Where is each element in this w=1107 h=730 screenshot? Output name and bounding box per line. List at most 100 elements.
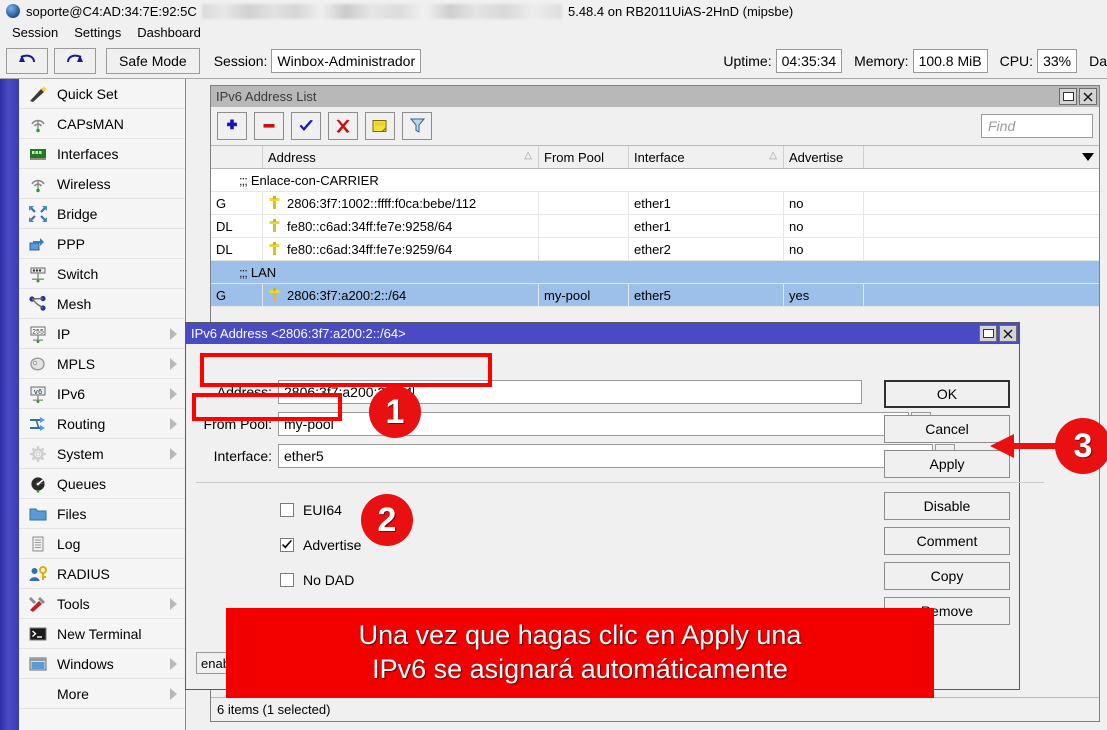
sidebar-item-label: Quick Set	[57, 86, 118, 102]
column-interface-label: Interface	[634, 150, 685, 165]
eui64-label: EUI64	[303, 502, 342, 518]
sidebar-item-switch[interactable]: Switch	[19, 259, 185, 289]
sidebar-item-capsman[interactable]: CAPsMAN	[19, 109, 185, 139]
sidebar-item-mpls[interactable]: MPLS	[19, 349, 185, 379]
eui64-checkbox-row[interactable]: EUI64	[280, 502, 342, 518]
advertise-checkbox[interactable]	[280, 538, 294, 552]
gauge-icon	[28, 475, 48, 493]
column-flags[interactable]	[211, 146, 263, 168]
sidebar-item-label: IPv6	[57, 386, 85, 402]
column-address[interactable]: Address △	[263, 146, 539, 168]
cell-address: fe80::c6ad:34ff:fe7e:9259/64	[263, 238, 539, 260]
chevron-right-icon	[170, 658, 177, 670]
sidebar-item-new-terminal[interactable]: New Terminal	[19, 619, 185, 649]
disable-button[interactable]: Disable	[884, 492, 1010, 520]
menu-session[interactable]: Session	[4, 23, 66, 42]
interface-label: Interface:	[196, 448, 278, 464]
add-button[interactable]	[217, 112, 247, 140]
sidebar-item-label: Files	[57, 506, 87, 522]
sidebar-item-routing[interactable]: Routing	[19, 409, 185, 439]
advertise-checkbox-row[interactable]: Advertise	[280, 537, 361, 553]
eui64-checkbox[interactable]	[280, 503, 294, 517]
close-icon[interactable]	[999, 325, 1017, 342]
sidebar-item-log[interactable]: Log	[19, 529, 185, 559]
column-chooser-button[interactable]	[1071, 146, 1099, 168]
comment-button[interactable]: Comment	[884, 527, 1010, 555]
none	[25, 683, 51, 705]
no-dad-checkbox[interactable]	[280, 573, 294, 587]
comment-button[interactable]	[365, 112, 395, 140]
sidebar-item-tools[interactable]: Tools	[19, 589, 185, 619]
chevron-right-icon	[170, 328, 177, 340]
sidebar-item-quick-set[interactable]: Quick Set	[19, 79, 185, 109]
log-icon	[28, 535, 48, 553]
cell-interface: ether2	[629, 238, 784, 260]
comment-row[interactable]: ;;;LAN	[211, 261, 1099, 284]
undo-button[interactable]	[6, 48, 48, 74]
ok-button[interactable]: OK	[884, 380, 1010, 408]
filter-button[interactable]	[402, 112, 432, 140]
disable-button[interactable]	[328, 112, 358, 140]
column-from-pool[interactable]: From Pool	[539, 146, 629, 168]
sidebar-item-system[interactable]: System	[19, 439, 185, 469]
table-row[interactable]: G2806:3f7:1002::ffff:f0ca:bebe/112ether1…	[211, 192, 1099, 215]
window-title: soporte@C4:AD:34:7E:92:5C 5.48.4 on RB20…	[26, 4, 793, 19]
sort-marker-icon: △	[524, 150, 532, 161]
terminal-icon	[28, 625, 48, 643]
sidebar-item-label: Routing	[57, 416, 105, 432]
cell-address: 2806:3f7:1002::ffff:f0ca:bebe/112	[263, 192, 539, 214]
sidebar-item-ppp[interactable]: PPP	[19, 229, 185, 259]
highlight-address-field	[200, 353, 492, 387]
table-row[interactable]: DLfe80::c6ad:34ff:fe7e:9258/64ether1no	[211, 215, 1099, 238]
window-icon	[25, 653, 51, 675]
column-interface[interactable]: Interface △	[629, 146, 784, 168]
menu-dashboard[interactable]: Dashboard	[129, 23, 209, 42]
enable-button[interactable]	[291, 112, 321, 140]
ppp-icon	[28, 235, 48, 253]
no-dad-checkbox-row[interactable]: No DAD	[280, 572, 354, 588]
tools-icon	[28, 595, 48, 613]
copy-button[interactable]: Copy	[884, 562, 1010, 590]
gear-icon	[28, 445, 48, 463]
sidebar-item-mesh[interactable]: Mesh	[19, 289, 185, 319]
dialog-titlebar: IPv6 Address <2806:3f7:a200:2::/64>	[186, 323, 1019, 344]
sidebar-item-more[interactable]: More	[19, 679, 185, 709]
date-label: Da	[1089, 53, 1107, 69]
table-row[interactable]: DLfe80::c6ad:34ff:fe7e:9259/64ether2no	[211, 238, 1099, 261]
sidebar-item-ipv6[interactable]: v6IPv6	[19, 379, 185, 409]
gear-icon	[25, 443, 51, 465]
redo-button[interactable]	[54, 48, 96, 74]
instruction-line-2: IPv6 se asignará automáticamente	[372, 653, 788, 687]
ip-255-icon: 255	[25, 323, 51, 345]
find-input[interactable]: Find	[981, 114, 1093, 138]
sidebar-item-queues[interactable]: Queues	[19, 469, 185, 499]
address-pin-icon	[268, 219, 281, 233]
ipv6-list-toolbar: Find	[211, 107, 1099, 145]
antenna-icon	[25, 113, 51, 135]
cell-from-pool	[539, 238, 629, 260]
sidebar-item-windows[interactable]: Windows	[19, 649, 185, 679]
column-advertise[interactable]: Advertise	[784, 146, 864, 168]
sidebar-item-files[interactable]: Files	[19, 499, 185, 529]
tools-icon	[25, 593, 51, 615]
table-row[interactable]: G2806:3f7:a200:2::/64my-poolether5yes	[211, 284, 1099, 307]
interface-input[interactable]: ether5	[278, 444, 933, 468]
sidebar-item-interfaces[interactable]: Interfaces	[19, 139, 185, 169]
sidebar-item-wireless[interactable]: Wireless	[19, 169, 185, 199]
sidebar-item-radius[interactable]: RADIUS	[19, 559, 185, 589]
cell-spacer	[864, 284, 1099, 306]
remove-button[interactable]	[254, 112, 284, 140]
sidebar-item-bridge[interactable]: Bridge	[19, 199, 185, 229]
close-icon[interactable]	[1079, 88, 1097, 105]
cell-flags: DL	[211, 215, 263, 237]
safe-mode-button[interactable]: Safe Mode	[106, 48, 200, 74]
maximize-icon[interactable]	[979, 325, 997, 342]
wand-icon	[28, 85, 48, 103]
session-value[interactable]: Winbox-Administrador	[271, 49, 421, 73]
sidebar-item-ip[interactable]: 255IP	[19, 319, 185, 349]
mpls-tag-icon	[28, 355, 48, 373]
dialog-divider	[196, 482, 1044, 483]
menu-settings[interactable]: Settings	[66, 23, 129, 42]
comment-row[interactable]: ;;;Enlace-con-CARRIER	[211, 169, 1099, 192]
maximize-icon[interactable]	[1059, 88, 1077, 105]
